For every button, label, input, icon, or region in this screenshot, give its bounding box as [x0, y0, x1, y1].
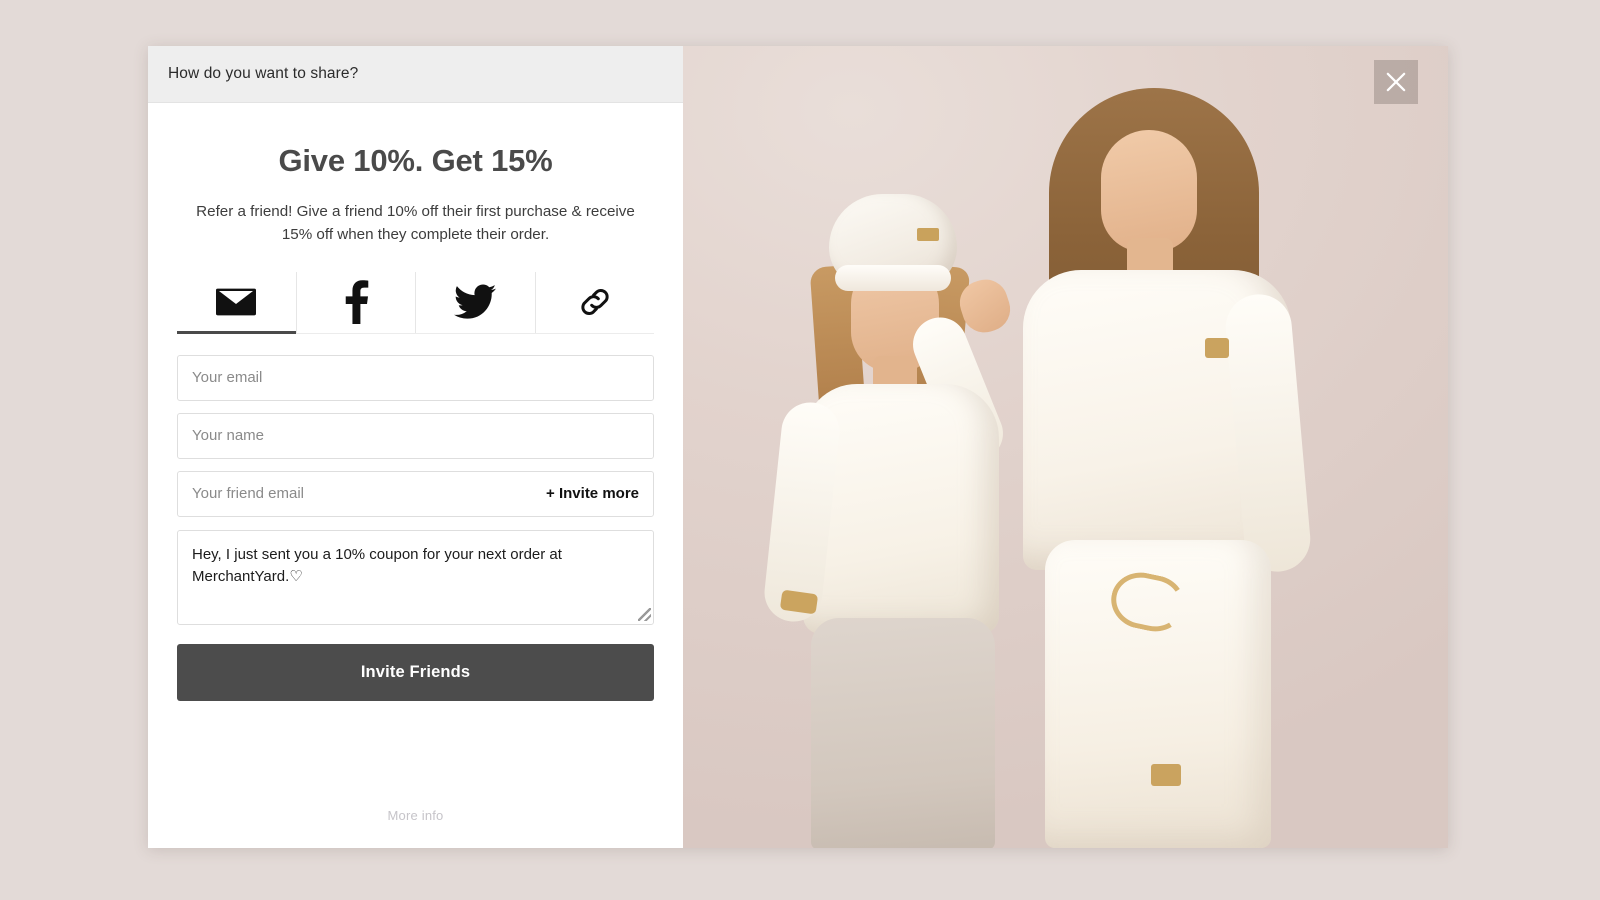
modal-header: How do you want to share? [148, 46, 683, 103]
beanie-brand-tag [917, 228, 939, 241]
share-modal: How do you want to share? Give 10%. Get … [148, 46, 1448, 848]
modal-header-title: How do you want to share? [168, 65, 359, 82]
message-textarea[interactable] [177, 529, 654, 625]
tab-email[interactable] [177, 271, 297, 334]
panel-footer: More info [177, 808, 654, 848]
share-panel-body: Give 10%. Get 15% Refer a friend! Give a… [148, 103, 683, 848]
jacket-brand-logo [1205, 338, 1229, 358]
offer-description: Refer a friend! Give a friend 10% off th… [196, 202, 635, 244]
tab-facebook[interactable] [297, 271, 416, 333]
modal-overlay: How do you want to share? Give 10%. Get … [0, 0, 1600, 900]
close-button[interactable] [1374, 60, 1418, 104]
your-name-field[interactable] [177, 412, 654, 459]
promo-image-panel [683, 46, 1448, 848]
friend-email-field[interactable]: + Invite more [177, 470, 654, 517]
share-panel: How do you want to share? Give 10%. Get … [148, 46, 683, 848]
invite-more-button[interactable]: + Invite more [536, 485, 639, 502]
invite-friends-button[interactable]: Invite Friends [177, 643, 654, 701]
your-name-input[interactable] [192, 413, 639, 458]
page-title: Give 10%. Get 15% [278, 143, 553, 178]
tab-twitter[interactable] [416, 271, 536, 333]
model-right-face [1101, 130, 1197, 252]
friend-email-input[interactable] [192, 471, 537, 516]
model-left-beanie [829, 194, 957, 291]
invite-form: + Invite more Invite Friends [177, 354, 654, 701]
email-icon [216, 287, 257, 317]
model-right [983, 88, 1333, 848]
message-field[interactable] [177, 529, 654, 625]
model-left-pants [811, 618, 995, 848]
close-icon [1383, 69, 1409, 95]
your-email-input[interactable] [192, 355, 639, 400]
facebook-icon [343, 280, 369, 325]
link-icon [577, 284, 613, 320]
lifestyle-photo [683, 46, 1448, 848]
more-info-link[interactable]: More info [388, 808, 444, 823]
twitter-icon [454, 284, 497, 320]
tab-copy-link[interactable] [536, 272, 655, 333]
your-email-field[interactable] [177, 354, 654, 401]
pants-brand-logo [1151, 764, 1181, 786]
share-channel-tabs [177, 271, 655, 334]
